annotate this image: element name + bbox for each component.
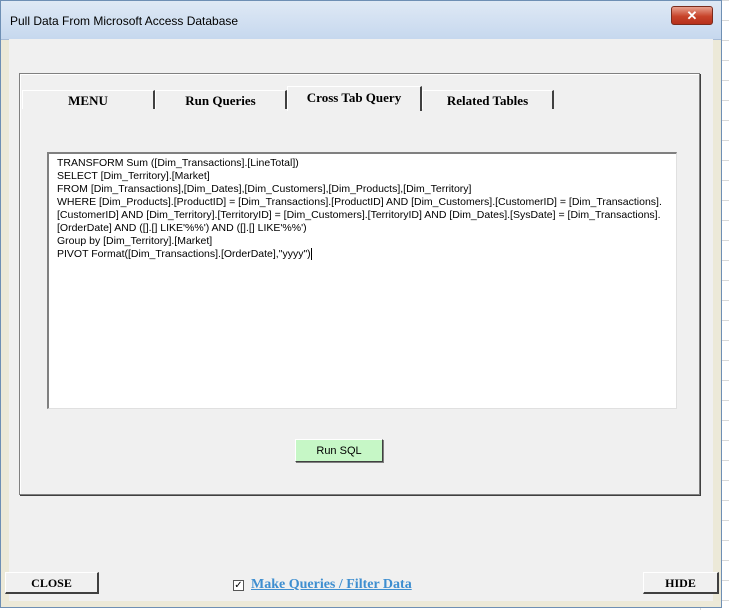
run-sql-button[interactable]: Run SQL [295,439,383,462]
make-queries-link[interactable]: Make Queries / Filter Data [251,577,412,593]
tab-related-tables[interactable]: Related Tables [422,90,554,109]
userform-window: Pull Data From Microsoft Access Database… [0,0,722,608]
tab-run-queries[interactable]: Run Queries [155,90,287,109]
form-client-area: MENU Run Queries Cross Tab Query Related… [5,39,719,601]
tab-cross-tab-query[interactable]: Cross Tab Query [287,86,422,111]
text-caret [310,248,312,260]
window-title: Pull Data From Microsoft Access Database [10,14,239,28]
make-queries-checkbox[interactable]: ✓ [233,580,244,591]
close-button[interactable]: CLOSE [5,572,99,594]
tab-menu[interactable]: MENU [22,90,155,109]
multipage-frame: MENU Run Queries Cross Tab Query Related… [19,73,700,495]
title-bar: Pull Data From Microsoft Access Database… [1,1,721,40]
sql-text: TRANSFORM Sum ([Dim_Transactions].[LineT… [57,157,662,260]
hide-button[interactable]: HIDE [643,572,719,594]
window-close-icon[interactable]: ✕ [671,6,713,25]
sql-textbox[interactable]: TRANSFORM Sum ([Dim_Transactions].[LineT… [47,152,677,409]
